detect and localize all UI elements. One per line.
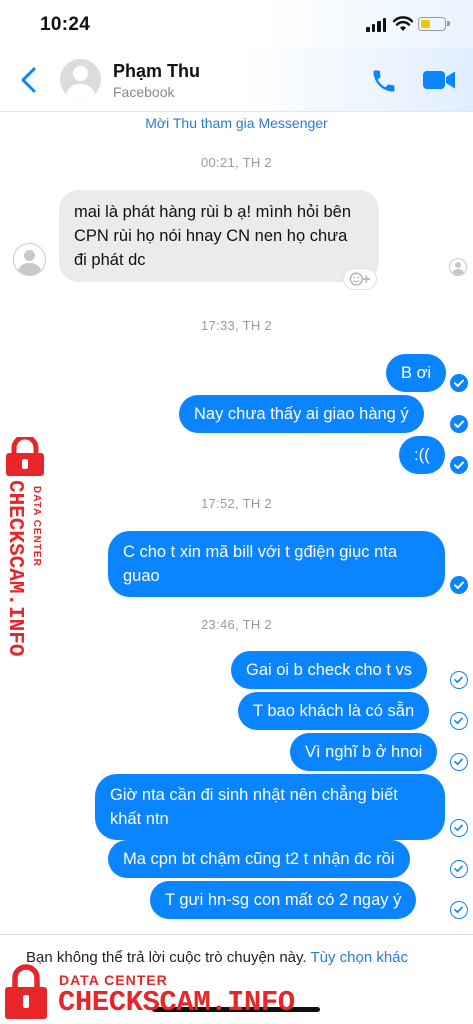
outgoing-message[interactable]: :(( [399, 436, 445, 474]
sent-check-icon [450, 576, 468, 594]
timestamp: 23:46, TH 2 [201, 617, 272, 632]
phone-icon[interactable] [370, 67, 398, 95]
contact-avatar[interactable] [60, 59, 101, 100]
signal-icon [366, 18, 386, 32]
outgoing-message[interactable]: T gưi hn-sg con mất có 2 ngay ý [150, 881, 417, 919]
more-options-link[interactable]: Tùy chọn khác [310, 949, 408, 966]
wifi-icon [393, 16, 413, 31]
status-time: 10:24 [40, 14, 91, 35]
watermark-label: DATA CENTER [31, 486, 42, 567]
lock-icon [5, 964, 47, 1019]
delivered-check-icon [450, 860, 468, 878]
outgoing-message[interactable]: C cho t xin mã bill với t gđiện giục nta… [108, 531, 445, 597]
sent-check-icon [450, 374, 468, 392]
watermark-brand: CHECKSCAM.INFO [3, 480, 26, 657]
messenger-conversation: 10:24 Phạm Thu Facebook Mời Thu tham gia… [0, 0, 473, 1024]
delivered-check-icon [450, 712, 468, 730]
cannot-reply-text: Bạn không thể trả lời cuộc trò chuyện nà… [26, 949, 307, 966]
delivered-check-icon [450, 819, 468, 837]
outgoing-message[interactable]: Vì nghĩ b ở hnoi [290, 733, 438, 771]
battery-icon [418, 17, 450, 31]
cannot-reply-notice: Bạn không thể trả lời cuộc trò chuyện nà… [26, 949, 408, 966]
sender-avatar[interactable] [13, 243, 46, 276]
watermark-brand: CHECKSCAM.INFO [58, 986, 295, 1019]
outgoing-message[interactable]: T bao khách là có sẵn [238, 692, 430, 730]
outgoing-message[interactable]: Nay chưa thấy ai giao hàng ý [179, 395, 424, 433]
delivered-check-icon [450, 753, 468, 771]
incoming-message[interactable]: mai là phát hàng rùi b ạ! mình hỏi bên C… [59, 190, 379, 282]
outgoing-message[interactable]: Ma cpn bt chậm cũng t2 t nhận đc rồi [108, 840, 410, 878]
add-reaction-icon[interactable] [343, 268, 377, 290]
timestamp: 17:52, TH 2 [201, 496, 272, 511]
sent-check-icon [450, 415, 468, 433]
sent-check-icon [450, 456, 468, 474]
delivered-check-icon [450, 901, 468, 919]
outgoing-message[interactable]: B ơi [386, 354, 447, 392]
outgoing-message[interactable]: Giờ nta cần đi sinh nhật nên chẳng biết … [95, 774, 445, 840]
delivered-check-icon [450, 671, 468, 689]
back-chevron-icon[interactable] [18, 66, 40, 94]
video-camera-icon[interactable] [422, 68, 456, 92]
timestamp: 00:21, TH 2 [201, 155, 272, 170]
status-bar: 10:24 [0, 0, 473, 48]
contact-name[interactable]: Phạm Thu [113, 61, 200, 82]
conversation-header: Phạm Thu Facebook [0, 48, 473, 112]
outgoing-message[interactable]: Gai oi b check cho t vs [231, 651, 427, 689]
timestamp: 17:33, TH 2 [201, 318, 272, 333]
read-receipt-avatar [449, 258, 467, 276]
invite-to-messenger-link[interactable]: Mời Thu tham gia Messenger [0, 115, 473, 131]
contact-source: Facebook [113, 84, 175, 100]
lock-icon [6, 437, 44, 476]
